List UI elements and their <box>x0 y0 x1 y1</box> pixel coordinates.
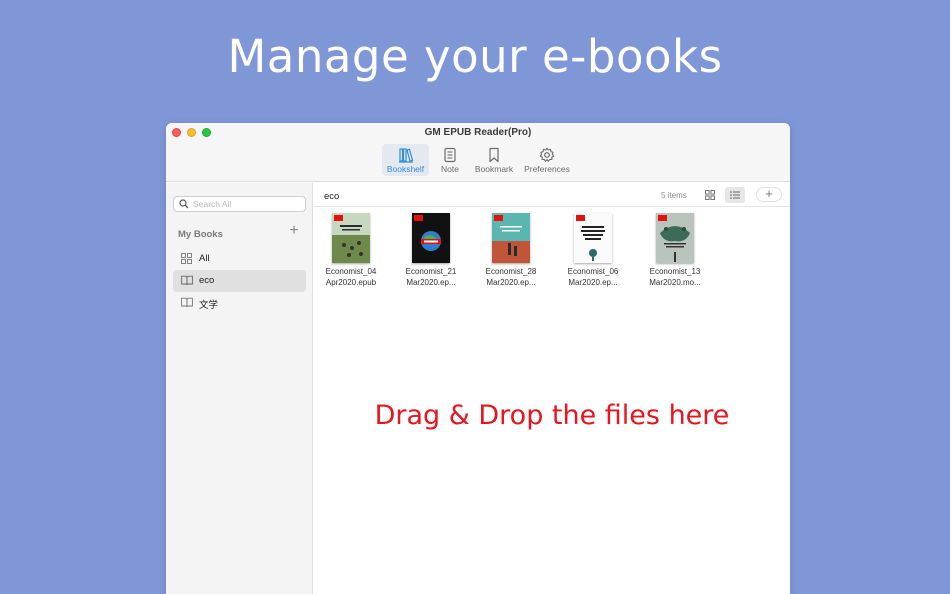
book-cover <box>412 213 450 263</box>
book-filename-line1: Economist_04 <box>325 267 377 276</box>
app-window: GM EPUB Reader(Pro) Bookshelf Note Bookm… <box>166 123 790 594</box>
book-cover <box>332 213 370 263</box>
sidebar-item-all[interactable]: All <box>173 248 306 270</box>
search-box[interactable] <box>173 196 306 212</box>
book-item[interactable]: Economist_04 Apr2020.epub <box>311 213 391 288</box>
book-filename-line2: Mar2020.ep... <box>568 277 618 287</box>
sidebar-item-label: All <box>199 253 210 264</box>
search-icon <box>179 199 189 209</box>
grid-icon <box>705 190 715 200</box>
tab-preferences-label: Preferences <box>524 164 570 174</box>
book-cover <box>492 213 530 263</box>
book-cover <box>656 213 694 263</box>
book-filename-line1: Economist_21 <box>405 267 457 276</box>
bookshelf-area[interactable]: eco 5 items + Economist_04 Apr2020.epub … <box>314 183 790 594</box>
bookmark-icon <box>489 147 499 163</box>
book-filename-line2: Apr2020.epub <box>325 277 377 287</box>
book-filename-line2: Mar2020.ep... <box>406 277 456 287</box>
gear-icon <box>539 147 555 162</box>
book-filename-line1: Economist_13 <box>649 267 701 276</box>
title-bar: GM EPUB Reader(Pro) Bookshelf Note Bookm… <box>166 123 790 182</box>
book-filename-line2: Mar2020.ep... <box>486 277 536 287</box>
tab-bookshelf[interactable]: Bookshelf <box>382 144 429 176</box>
sidebar-item-label: eco <box>199 275 215 286</box>
list-view-button[interactable] <box>725 187 745 203</box>
add-collection-button[interactable]: + <box>287 223 301 239</box>
headline: Manage your e-books <box>227 30 723 83</box>
folder-title: eco <box>324 191 340 202</box>
book-item[interactable]: Economist_06 Mar2020.ep... <box>553 213 633 288</box>
tab-note[interactable]: Note <box>434 144 466 176</box>
book-cover <box>574 213 612 263</box>
content-header: eco 5 items + <box>314 183 790 207</box>
sidebar: My Books + All eco 文学 <box>166 183 313 594</box>
add-book-button[interactable]: + <box>756 187 782 202</box>
book-filename-line1: Economist_28 <box>485 267 537 276</box>
tab-preferences[interactable]: Preferences <box>521 144 573 176</box>
tab-bookshelf-label: Bookshelf <box>386 164 425 174</box>
grid-icon <box>181 253 192 264</box>
tab-bookmark[interactable]: Bookmark <box>472 144 516 176</box>
book-icon <box>181 297 193 308</box>
drop-zone-hint: Drag & Drop the files here <box>374 400 730 431</box>
sidebar-item-eco[interactable]: eco <box>173 270 306 292</box>
book-item[interactable]: Economist_13 Mar2020.mo... <box>635 213 715 288</box>
sidebar-item-literature[interactable]: 文学 <box>173 292 306 314</box>
book-icon <box>181 275 193 286</box>
grid-view-button[interactable] <box>700 187 720 203</box>
tab-note-label: Note <box>441 164 459 174</box>
note-icon <box>444 147 456 163</box>
book-filename-line1: Economist_06 <box>567 267 619 276</box>
book-item[interactable]: Economist_28 Mar2020.ep... <box>471 213 551 288</box>
window-title: GM EPUB Reader(Pro) <box>424 127 532 138</box>
bookshelf-icon <box>398 148 413 163</box>
list-icon <box>730 191 740 199</box>
search-input[interactable] <box>193 198 301 210</box>
book-filename-line2: Mar2020.mo... <box>649 277 701 287</box>
sidebar-item-label: 文学 <box>199 300 219 311</box>
section-title-my-books: My Books <box>178 229 223 240</box>
book-item[interactable]: Economist_21 Mar2020.ep... <box>391 213 471 288</box>
item-count: 5 items <box>661 191 687 200</box>
tab-bookmark-label: Bookmark <box>474 164 514 174</box>
